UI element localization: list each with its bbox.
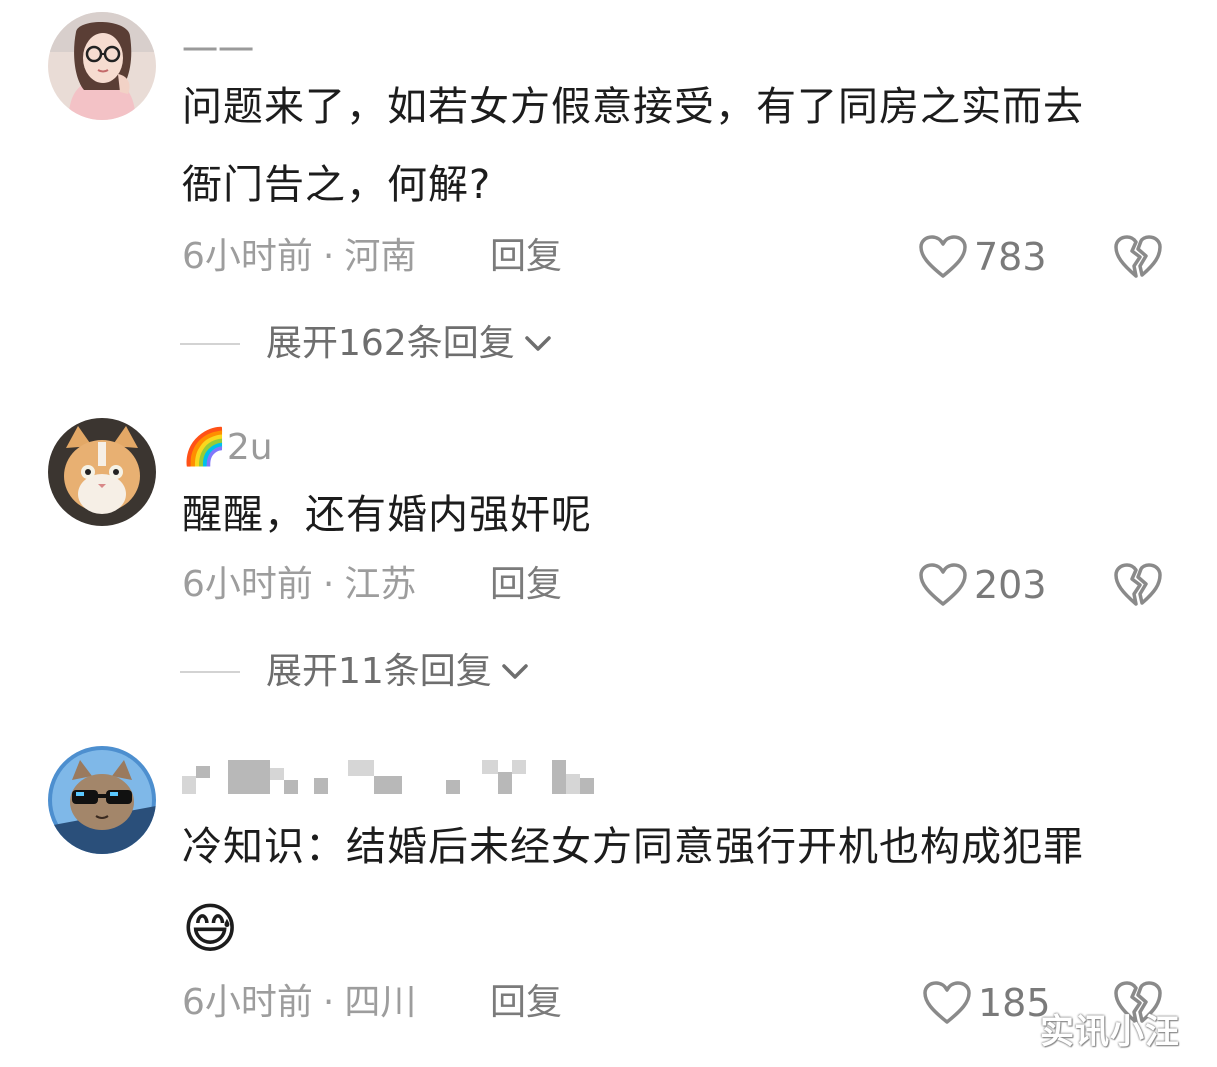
expand-replies-button[interactable]: 展开162条回复: [180, 322, 555, 366]
meta-separator: ·: [322, 982, 335, 1023]
heart-outline-icon: [923, 981, 971, 1024]
timestamp: 6小时前: [182, 564, 313, 605]
avatar[interactable]: [48, 12, 156, 120]
comment-text: 问题来了，如若女方假意接受，有了同房之实而去 衙门告之，何解?: [182, 68, 1182, 224]
reply-button[interactable]: 回复: [490, 983, 562, 1023]
meta-separator: ·: [322, 236, 335, 277]
reply-button[interactable]: 回复: [490, 237, 562, 277]
username-text: 2u: [226, 427, 273, 468]
avatar-cat-sunglasses-image: [48, 746, 156, 854]
location: 江苏: [344, 564, 417, 605]
avatar-woman-glasses-image: [48, 12, 156, 120]
like-count: 203: [974, 563, 1047, 607]
rainbow-emoji: 🌈: [182, 427, 227, 468]
username[interactable]: 🌈2u: [182, 428, 273, 468]
timestamp: 6小时前: [182, 982, 313, 1023]
broken-heart-icon: [1114, 563, 1162, 606]
timestamp: 6小时前: [182, 236, 313, 277]
comment-meta: 6小时前 · 四川: [182, 983, 416, 1023]
dislike-button[interactable]: [1112, 233, 1164, 281]
comment-text-line: 醒醒，还有婚内强奸呢: [182, 492, 592, 538]
chevron-down-icon: [524, 336, 551, 351]
location: 河南: [344, 236, 417, 277]
divider-line: [180, 671, 240, 673]
heart-outline-icon: [919, 235, 967, 278]
location: 四川: [344, 982, 417, 1023]
chevron-down-icon: [502, 664, 528, 679]
comment-text-line: 问题来了，如若女方假意接受，有了同房之实而去: [182, 84, 1084, 130]
avatar[interactable]: [48, 418, 156, 526]
broken-heart-icon: [1114, 235, 1162, 278]
reply-button[interactable]: 回复: [490, 565, 562, 605]
comment-text-line: 衙门告之，何解?: [182, 162, 492, 208]
comment-text: 冷知识：结婚后未经女方同意强行开机也构成犯罪 😅: [182, 808, 1182, 972]
like-count: 783: [974, 235, 1047, 279]
like-button[interactable]: 185: [922, 979, 1051, 1027]
like-button[interactable]: 203: [918, 561, 1047, 609]
expand-replies-label: 展开11条回复: [266, 651, 492, 692]
sweat-smile-emoji: 😅: [182, 897, 240, 960]
divider-line: [180, 343, 240, 345]
comment-meta: 6小时前 · 河南: [182, 237, 416, 277]
avatar[interactable]: [48, 746, 156, 854]
comment-text: 醒醒，还有婚内强奸呢: [182, 476, 1182, 554]
comment-text-line: 冷知识：结婚后未经女方同意强行开机也构成犯罪: [182, 824, 1084, 870]
expand-replies-label: 展开162条回复: [266, 323, 515, 364]
like-button[interactable]: 783: [918, 233, 1047, 281]
username[interactable]: 一一: [182, 32, 254, 72]
dislike-button[interactable]: [1112, 561, 1164, 609]
watermark: 实讯小汪: [1040, 1012, 1180, 1052]
heart-outline-icon: [919, 563, 967, 606]
meta-separator: ·: [322, 564, 335, 605]
avatar-cat-image: [48, 418, 156, 526]
comment-meta: 6小时前 · 江苏: [182, 565, 416, 605]
username-pixelated[interactable]: [182, 758, 602, 798]
expand-replies-button[interactable]: 展开11条回复: [180, 650, 532, 694]
